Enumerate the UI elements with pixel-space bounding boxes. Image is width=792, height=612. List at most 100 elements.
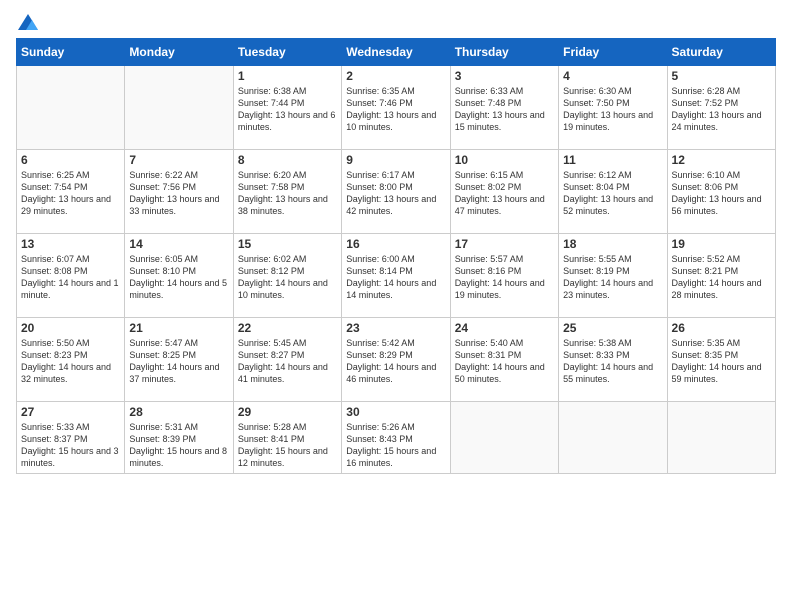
day-info: Sunrise: 6:12 AM Sunset: 8:04 PM Dayligh… xyxy=(563,169,662,218)
weekday-header-tuesday: Tuesday xyxy=(233,39,341,66)
day-number: 17 xyxy=(455,237,554,251)
calendar-week-row: 1 Sunrise: 6:38 AM Sunset: 7:44 PM Daylig… xyxy=(17,66,776,150)
calendar-cell: 5 Sunrise: 6:28 AM Sunset: 7:52 PM Daylig… xyxy=(667,66,775,150)
day-number: 11 xyxy=(563,153,662,167)
calendar-cell: 3 Sunrise: 6:33 AM Sunset: 7:48 PM Daylig… xyxy=(450,66,558,150)
day-info: Sunrise: 6:28 AM Sunset: 7:52 PM Dayligh… xyxy=(672,85,771,134)
day-number: 1 xyxy=(238,69,337,83)
day-info: Sunrise: 5:40 AM Sunset: 8:31 PM Dayligh… xyxy=(455,337,554,386)
day-info: Sunrise: 6:05 AM Sunset: 8:10 PM Dayligh… xyxy=(129,253,228,302)
calendar-cell: 23 Sunrise: 5:42 AM Sunset: 8:29 PM Dayli… xyxy=(342,318,450,402)
calendar-cell: 16Sunrise: 6:00 AM Sunset: 8:14 PM Dayli… xyxy=(342,234,450,318)
day-number: 7 xyxy=(129,153,228,167)
calendar-cell: 29 Sunrise: 5:28 AM Sunset: 8:41 PM Dayli… xyxy=(233,402,341,474)
calendar-cell: 27 Sunrise: 5:33 AM Sunset: 8:37 PM Dayli… xyxy=(17,402,125,474)
weekday-header-friday: Friday xyxy=(559,39,667,66)
calendar-cell xyxy=(17,66,125,150)
day-number: 24 xyxy=(455,321,554,335)
calendar-cell: 21 Sunrise: 5:47 AM Sunset: 8:25 PM Dayli… xyxy=(125,318,233,402)
calendar-week-row: 6 Sunrise: 6:25 AM Sunset: 7:54 PM Daylig… xyxy=(17,150,776,234)
calendar-cell: 13 Sunrise: 6:07 AM Sunset: 8:08 PM Dayli… xyxy=(17,234,125,318)
day-number: 26 xyxy=(672,321,771,335)
day-info: Sunrise: 6:33 AM Sunset: 7:48 PM Dayligh… xyxy=(455,85,554,134)
calendar-cell: 28Sunrise: 5:31 AM Sunset: 8:39 PM Dayli… xyxy=(125,402,233,474)
day-number: 5 xyxy=(672,69,771,83)
day-info: Sunrise: 6:00 AM Sunset: 8:14 PM Dayligh… xyxy=(346,253,445,302)
calendar-cell xyxy=(559,402,667,474)
day-info: Sunrise: 6:20 AM Sunset: 7:58 PM Dayligh… xyxy=(238,169,337,218)
page: SundayMondayTuesdayWednesdayThursdayFrid… xyxy=(0,0,792,612)
weekday-header-row: SundayMondayTuesdayWednesdayThursdayFrid… xyxy=(17,39,776,66)
day-info: Sunrise: 5:45 AM Sunset: 8:27 PM Dayligh… xyxy=(238,337,337,386)
day-info: Sunrise: 6:17 AM Sunset: 8:00 PM Dayligh… xyxy=(346,169,445,218)
weekday-header-thursday: Thursday xyxy=(450,39,558,66)
day-info: Sunrise: 6:22 AM Sunset: 7:56 PM Dayligh… xyxy=(129,169,228,218)
day-info: Sunrise: 5:42 AM Sunset: 8:29 PM Dayligh… xyxy=(346,337,445,386)
day-info: Sunrise: 6:25 AM Sunset: 7:54 PM Dayligh… xyxy=(21,169,120,218)
calendar-cell: 14 Sunrise: 6:05 AM Sunset: 8:10 PM Dayli… xyxy=(125,234,233,318)
logo-icon xyxy=(18,12,38,32)
calendar-cell: 19 Sunrise: 5:52 AM Sunset: 8:21 PM Dayli… xyxy=(667,234,775,318)
day-info: Sunrise: 5:26 AM Sunset: 8:43 PM Dayligh… xyxy=(346,421,445,470)
calendar-week-row: 27 Sunrise: 5:33 AM Sunset: 8:37 PM Dayli… xyxy=(17,402,776,474)
calendar-cell: 24 Sunrise: 5:40 AM Sunset: 8:31 PM Dayli… xyxy=(450,318,558,402)
calendar-cell: 2Sunrise: 6:35 AM Sunset: 7:46 PM Daylig… xyxy=(342,66,450,150)
day-number: 2 xyxy=(346,69,445,83)
day-number: 10 xyxy=(455,153,554,167)
day-number: 21 xyxy=(129,321,228,335)
day-number: 8 xyxy=(238,153,337,167)
day-info: Sunrise: 5:35 AM Sunset: 8:35 PM Dayligh… xyxy=(672,337,771,386)
calendar-week-row: 20 Sunrise: 5:50 AM Sunset: 8:23 PM Dayli… xyxy=(17,318,776,402)
calendar-cell: 4 Sunrise: 6:30 AM Sunset: 7:50 PM Daylig… xyxy=(559,66,667,150)
day-info: Sunrise: 5:57 AM Sunset: 8:16 PM Dayligh… xyxy=(455,253,554,302)
day-number: 25 xyxy=(563,321,662,335)
weekday-header-saturday: Saturday xyxy=(667,39,775,66)
day-info: Sunrise: 5:38 AM Sunset: 8:33 PM Dayligh… xyxy=(563,337,662,386)
calendar-cell: 22 Sunrise: 5:45 AM Sunset: 8:27 PM Dayli… xyxy=(233,318,341,402)
calendar-cell: 8 Sunrise: 6:20 AM Sunset: 7:58 PM Daylig… xyxy=(233,150,341,234)
day-number: 18 xyxy=(563,237,662,251)
day-info: Sunrise: 6:07 AM Sunset: 8:08 PM Dayligh… xyxy=(21,253,120,302)
calendar-cell: 6 Sunrise: 6:25 AM Sunset: 7:54 PM Daylig… xyxy=(17,150,125,234)
calendar-week-row: 13 Sunrise: 6:07 AM Sunset: 8:08 PM Dayli… xyxy=(17,234,776,318)
day-info: Sunrise: 6:15 AM Sunset: 8:02 PM Dayligh… xyxy=(455,169,554,218)
logo xyxy=(16,16,38,30)
day-info: Sunrise: 6:38 AM Sunset: 7:44 PM Dayligh… xyxy=(238,85,337,134)
day-number: 22 xyxy=(238,321,337,335)
calendar-cell xyxy=(125,66,233,150)
calendar-cell xyxy=(450,402,558,474)
calendar-cell: 11 Sunrise: 6:12 AM Sunset: 8:04 PM Dayli… xyxy=(559,150,667,234)
calendar-cell: 18 Sunrise: 5:55 AM Sunset: 8:19 PM Dayli… xyxy=(559,234,667,318)
day-number: 6 xyxy=(21,153,120,167)
day-info: Sunrise: 5:55 AM Sunset: 8:19 PM Dayligh… xyxy=(563,253,662,302)
day-info: Sunrise: 5:52 AM Sunset: 8:21 PM Dayligh… xyxy=(672,253,771,302)
day-number: 29 xyxy=(238,405,337,419)
day-number: 27 xyxy=(21,405,120,419)
day-info: Sunrise: 5:28 AM Sunset: 8:41 PM Dayligh… xyxy=(238,421,337,470)
day-info: Sunrise: 6:02 AM Sunset: 8:12 PM Dayligh… xyxy=(238,253,337,302)
calendar-table: SundayMondayTuesdayWednesdayThursdayFrid… xyxy=(16,38,776,474)
calendar-cell: 30 Sunrise: 5:26 AM Sunset: 8:43 PM Dayli… xyxy=(342,402,450,474)
day-number: 19 xyxy=(672,237,771,251)
day-number: 4 xyxy=(563,69,662,83)
day-number: 3 xyxy=(455,69,554,83)
day-number: 15 xyxy=(238,237,337,251)
day-number: 13 xyxy=(21,237,120,251)
day-number: 23 xyxy=(346,321,445,335)
calendar-cell: 26 Sunrise: 5:35 AM Sunset: 8:35 PM Dayli… xyxy=(667,318,775,402)
calendar-cell: 9 Sunrise: 6:17 AM Sunset: 8:00 PM Daylig… xyxy=(342,150,450,234)
day-number: 9 xyxy=(346,153,445,167)
day-number: 20 xyxy=(21,321,120,335)
weekday-header-sunday: Sunday xyxy=(17,39,125,66)
calendar-cell: 1 Sunrise: 6:38 AM Sunset: 7:44 PM Daylig… xyxy=(233,66,341,150)
day-info: Sunrise: 5:47 AM Sunset: 8:25 PM Dayligh… xyxy=(129,337,228,386)
calendar-cell: 7 Sunrise: 6:22 AM Sunset: 7:56 PM Daylig… xyxy=(125,150,233,234)
calendar-cell: 20 Sunrise: 5:50 AM Sunset: 8:23 PM Dayli… xyxy=(17,318,125,402)
day-info: Sunrise: 5:33 AM Sunset: 8:37 PM Dayligh… xyxy=(21,421,120,470)
day-info: Sunrise: 5:50 AM Sunset: 8:23 PM Dayligh… xyxy=(21,337,120,386)
day-number: 30 xyxy=(346,405,445,419)
day-number: 14 xyxy=(129,237,228,251)
day-info: Sunrise: 6:30 AM Sunset: 7:50 PM Dayligh… xyxy=(563,85,662,134)
weekday-header-monday: Monday xyxy=(125,39,233,66)
day-number: 12 xyxy=(672,153,771,167)
